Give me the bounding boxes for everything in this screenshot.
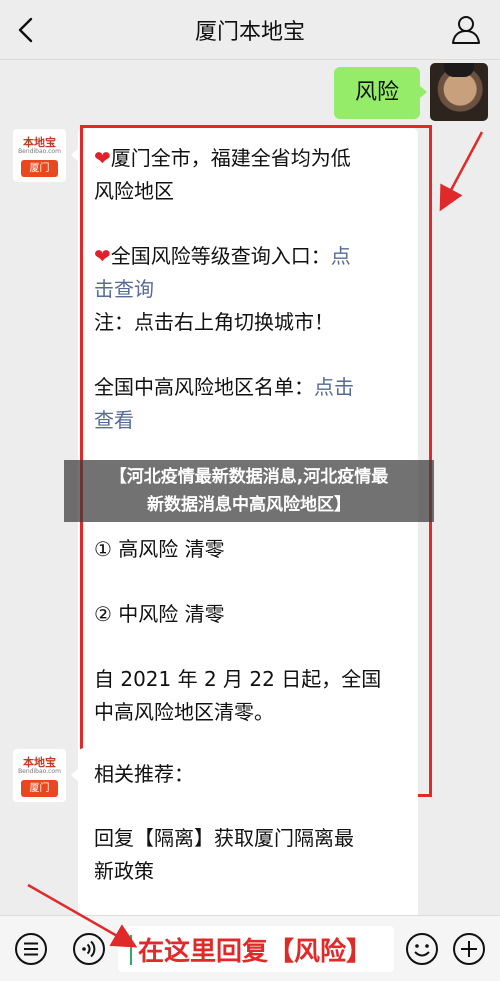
- bot-reply-bubble[interactable]: 相关推荐： 回复【隔离】获取厦门隔离最 新政策: [71, 748, 418, 915]
- voice-button[interactable]: [72, 932, 106, 966]
- overlay-banner: 【河北疫情最新数据消息,河北疫情最 新数据消息中高风险地区】: [64, 460, 434, 522]
- plus-icon: [453, 933, 485, 965]
- banner-line: 新数据消息中高风险地区】: [147, 495, 351, 515]
- banner-line: 【河北疫情最新数据消息,河北疫情最: [109, 467, 389, 487]
- message-input[interactable]: 在这里回复【风险】: [118, 926, 394, 972]
- bot-avatar[interactable]: 本地宝 Bendibao.com 厦门: [12, 128, 67, 183]
- menu-icon: [15, 933, 47, 965]
- annotation-callout: 在这里回复【风险】: [138, 937, 373, 967]
- reply-line: 相关推荐：: [94, 762, 194, 786]
- bot-avatar[interactable]: 本地宝 Bendibao.com 厦门: [12, 748, 67, 803]
- profile-button[interactable]: [450, 13, 482, 45]
- menu-button[interactable]: [14, 932, 48, 966]
- logo-city: 厦门: [21, 780, 58, 797]
- header-bar: 厦门本地宝: [0, 0, 500, 60]
- page-title: 厦门本地宝: [194, 20, 305, 45]
- my-message-bubble[interactable]: 风险: [334, 67, 427, 119]
- user-icon: [452, 16, 480, 44]
- emoji-button[interactable]: [405, 932, 439, 966]
- emoji-icon: [406, 933, 438, 965]
- my-avatar[interactable]: [430, 63, 488, 121]
- voice-icon: [73, 933, 105, 965]
- input-bar: 在这里回复【风险】: [0, 915, 500, 981]
- logo-city: 厦门: [21, 160, 58, 177]
- plus-button[interactable]: [452, 932, 486, 966]
- reply-line: 新政策: [94, 859, 154, 883]
- logo-url: Bendibao.com: [18, 148, 61, 155]
- logo-url: Bendibao.com: [18, 768, 61, 775]
- reply-line: 回复【隔离】获取厦门隔离最: [94, 826, 354, 850]
- text-cursor: [130, 935, 132, 965]
